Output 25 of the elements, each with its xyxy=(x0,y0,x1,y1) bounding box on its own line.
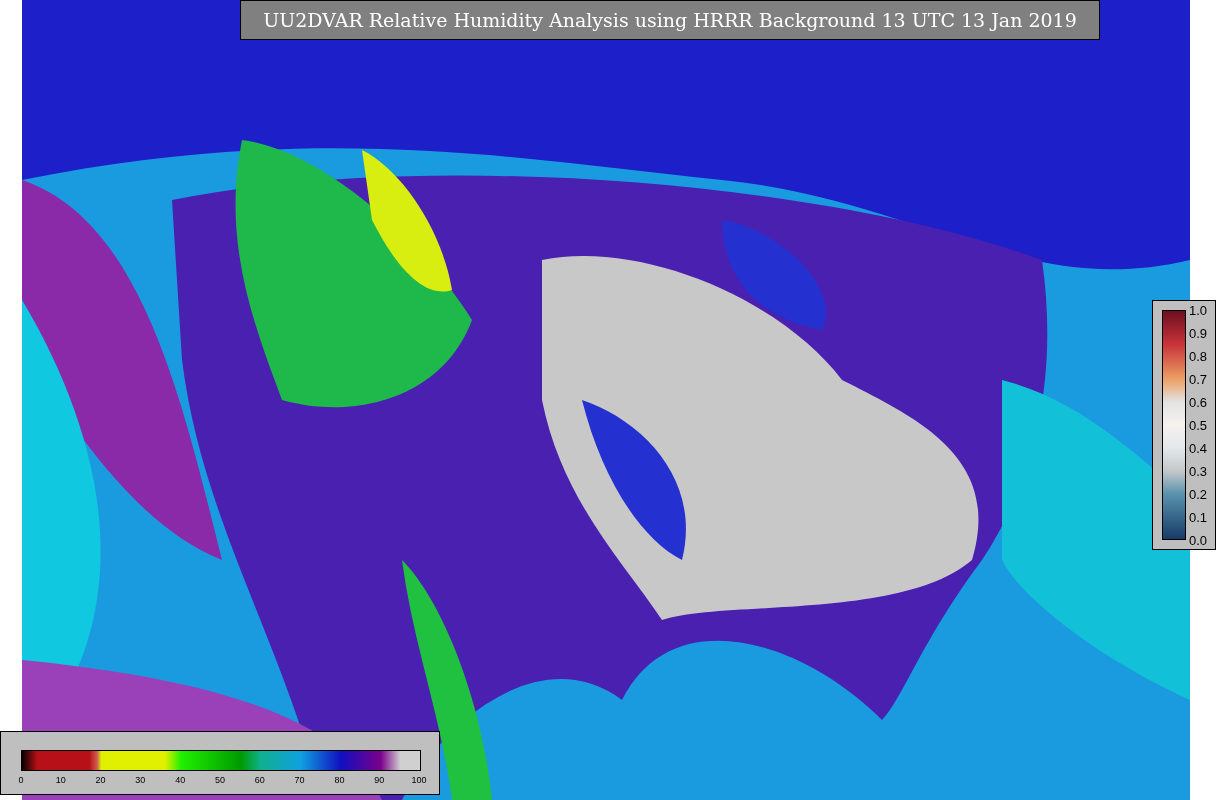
tick-label: 0.7 xyxy=(1189,371,1208,389)
map-title: UU2DVAR Relative Humidity Analysis using HRRR Background 13 UTC 13 Jan 2019 xyxy=(240,0,1100,40)
tick-label: 20 xyxy=(94,774,107,787)
tick-label: 0.4 xyxy=(1189,440,1208,458)
tick-label: 60 xyxy=(253,774,266,787)
tick-label: 90 xyxy=(373,774,386,787)
tick-label: 0.8 xyxy=(1189,348,1208,366)
tick-label: 10 xyxy=(54,774,67,787)
tick-label: 1.0 xyxy=(1189,302,1208,320)
tick-label: 70 xyxy=(293,774,306,787)
tick-label: 0.3 xyxy=(1189,463,1208,481)
color-scale-icon xyxy=(21,750,421,771)
tick-label: 0.0 xyxy=(1189,532,1208,550)
tick-label: 0.1 xyxy=(1189,509,1208,527)
tick-label: 80 xyxy=(333,774,346,787)
tick-label: 40 xyxy=(174,774,187,787)
tick-label: 0.5 xyxy=(1189,417,1208,435)
tick-label: 100 xyxy=(410,774,428,787)
tick-label: 50 xyxy=(213,774,226,787)
tick-label: 0.6 xyxy=(1189,394,1208,412)
tick-label: 0.9 xyxy=(1189,325,1208,343)
color-scale-icon xyxy=(1162,310,1186,540)
tick-label: 0 xyxy=(17,774,25,787)
tick-label: 0.2 xyxy=(1189,486,1208,504)
tick-label: 30 xyxy=(134,774,147,787)
